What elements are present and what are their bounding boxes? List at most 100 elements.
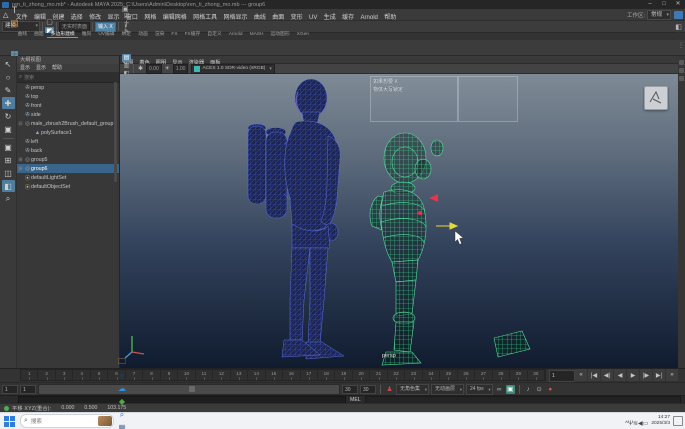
outliner-scrollbar[interactable]: [114, 82, 117, 182]
start-button[interactable]: [3, 415, 16, 428]
taskbar-clock[interactable]: 14:27 2025/3/3: [651, 415, 670, 426]
outliner-item-polySurface1[interactable]: ▲polySurface1: [17, 128, 119, 137]
colorspace-dropdown[interactable]: ACES 1.0 SDR-video (sRGB) ▾: [191, 64, 274, 74]
text-tool-icon[interactable]: T: [8, 4, 21, 17]
range-slider-bar[interactable]: [38, 384, 340, 395]
menu-item-UV[interactable]: UV: [306, 15, 321, 21]
shelf-tab-曲面[interactable]: 曲面: [31, 32, 48, 37]
calculator-icon[interactable]: ▦: [115, 421, 129, 429]
command-language-label[interactable]: MEL: [350, 397, 361, 403]
go-to-start-button[interactable]: «: [575, 369, 587, 381]
shelf-tab-运动图形[interactable]: 运动图形: [267, 32, 293, 37]
image-plane-icon[interactable]: ◫: [122, 12, 131, 20]
cloud-drive-icon[interactable]: ☁: [115, 382, 129, 395]
current-frame-field[interactable]: 1: [549, 370, 575, 382]
frame-tick-21[interactable]: 21: [370, 370, 387, 380]
frame-tick-25[interactable]: 25: [440, 370, 457, 380]
step-forward-frame-button[interactable]: |▶: [640, 369, 652, 381]
frame-tick-23[interactable]: 23: [405, 370, 422, 380]
playback-start-field[interactable]: 1: [20, 385, 36, 394]
lasso-tool-icon[interactable]: ○: [2, 71, 15, 83]
exposure-icon[interactable]: ✱: [136, 65, 145, 73]
animation-start-field[interactable]: 1: [2, 385, 18, 394]
menu-item-变形[interactable]: 变形: [287, 15, 305, 21]
frame-tick-18[interactable]: 18: [318, 370, 335, 380]
frame-tick-4[interactable]: 4: [73, 370, 90, 380]
frame-tick-16[interactable]: 16: [283, 370, 300, 380]
outliner-search-input[interactable]: 搜索: [24, 74, 119, 81]
pan-zoom-icon[interactable]: ✛: [122, 20, 131, 28]
play-backwards-button[interactable]: ◀: [614, 369, 626, 381]
shelf-tab-动画[interactable]: 动画: [135, 32, 152, 37]
frame-tick-30[interactable]: 30: [528, 370, 545, 380]
step-back-key-button[interactable]: |◀: [588, 369, 600, 381]
menu-item-曲线[interactable]: 曲线: [251, 15, 269, 21]
layout-two-pane-icon[interactable]: ◫: [2, 167, 15, 179]
menu-item-编辑网格[interactable]: 编辑网格: [160, 15, 190, 21]
frame-tick-15[interactable]: 15: [266, 370, 283, 380]
frame-tick-26[interactable]: 26: [458, 370, 475, 380]
frame-tick-24[interactable]: 24: [423, 370, 440, 380]
zoom-tool-icon[interactable]: ⌕: [2, 193, 15, 205]
frame-tick-20[interactable]: 20: [353, 370, 370, 380]
media-app-icon[interactable]: ◆: [115, 395, 129, 408]
outliner-menu-item-帮助[interactable]: 帮助: [49, 64, 65, 72]
menu-item-选择[interactable]: 选择: [68, 15, 86, 21]
outliner-item-back[interactable]: ✇back: [17, 146, 119, 155]
frame-tick-8[interactable]: 8: [143, 370, 160, 380]
frame-tick-28[interactable]: 28: [493, 370, 510, 380]
move-tool-icon[interactable]: ✚: [2, 97, 15, 109]
outliner-item-defaultLightSet[interactable]: ⦿defaultLightSet: [17, 173, 119, 182]
step-forward-key-button[interactable]: ▶|: [653, 369, 665, 381]
character-set-icon[interactable]: ♟: [385, 385, 394, 394]
anim-layer-dropdown[interactable]: 无动画层: [431, 384, 464, 395]
notification-center-icon[interactable]: [673, 416, 683, 426]
film-gate-icon[interactable]: ▥: [122, 62, 131, 70]
layout-outliner-persp-icon[interactable]: ◧: [2, 180, 15, 192]
battery-icon[interactable]: ▭: [643, 421, 649, 427]
shelf-overflow-icon[interactable]: ⋮: [678, 42, 684, 49]
step-back-frame-button[interactable]: ◀|: [601, 369, 613, 381]
clamp-toggle-icon[interactable]: ▣: [506, 385, 515, 394]
frame-tick-10[interactable]: 10: [178, 370, 195, 380]
frame-tick-19[interactable]: 19: [335, 370, 352, 380]
viewport-canvas[interactable]: 如果想要 X 物体大写锁定: [120, 74, 678, 368]
gamma-icon[interactable]: ☀: [163, 65, 172, 73]
frame-tick-9[interactable]: 9: [161, 370, 178, 380]
outliner-item-top[interactable]: ✇top: [17, 92, 119, 101]
shelf-tab-MASH[interactable]: MASH: [246, 32, 267, 37]
menu-item-帮助[interactable]: 帮助: [381, 15, 399, 21]
shelf-tab-FX[interactable]: FX: [168, 32, 181, 37]
shelf-tab-渲染[interactable]: 渲染: [151, 32, 168, 37]
animation-end-field[interactable]: 30: [360, 385, 376, 394]
outliner-item-male_zbrush2Brush_default_group[interactable]: ⊟◎male_zbrush2Brush_default_group: [17, 119, 119, 128]
browser-icon[interactable]: ●: [115, 369, 129, 382]
shelf-tab-自定义[interactable]: 自定义: [204, 32, 225, 37]
outliner-item-front[interactable]: ✇front: [17, 101, 119, 110]
grid-icon[interactable]: ▤: [122, 54, 131, 62]
menu-item-网格显示[interactable]: 网格显示: [220, 15, 250, 21]
character-set-dropdown[interactable]: 无角色集: [396, 384, 429, 395]
outliner-item-left[interactable]: ✇left: [17, 137, 119, 146]
menu-item-修改[interactable]: 修改: [86, 15, 104, 21]
outliner-item-persp[interactable]: ✇persp: [17, 83, 119, 92]
playback-loop-icon[interactable]: ∞: [495, 385, 504, 394]
time-slider-ticks[interactable]: 1234567891011121314151617181920212223242…: [20, 369, 546, 381]
shelf-tab-XGen[interactable]: XGen: [293, 32, 312, 37]
gamma-field[interactable]: 1.00: [173, 64, 189, 74]
shelf-tab-多边形建模[interactable]: 多边形建模: [47, 32, 78, 38]
playback-end-field[interactable]: 30: [342, 385, 358, 394]
paint-selection-tool-icon[interactable]: ✎: [2, 84, 15, 96]
channel-box-tab-icon[interactable]: [679, 60, 684, 65]
mute-icon[interactable]: ♪: [524, 385, 533, 394]
menu-item-缓存[interactable]: 缓存: [339, 15, 357, 21]
exposure-field[interactable]: 0.00: [146, 64, 162, 74]
auto-keyframe-icon[interactable]: ●: [546, 385, 555, 394]
modeling-toolkit-toggle-icon[interactable]: ◧: [674, 22, 683, 31]
grease-pencil-icon[interactable]: ✎: [122, 28, 131, 36]
sign-in-icon[interactable]: [674, 11, 683, 19]
workspace-selector[interactable]: 工作区: 常规: [627, 10, 671, 20]
menu-item-生成[interactable]: 生成: [321, 15, 339, 21]
modeling-toolkit-tab-icon[interactable]: [679, 76, 684, 81]
frame-tick-2[interactable]: 2: [38, 370, 55, 380]
